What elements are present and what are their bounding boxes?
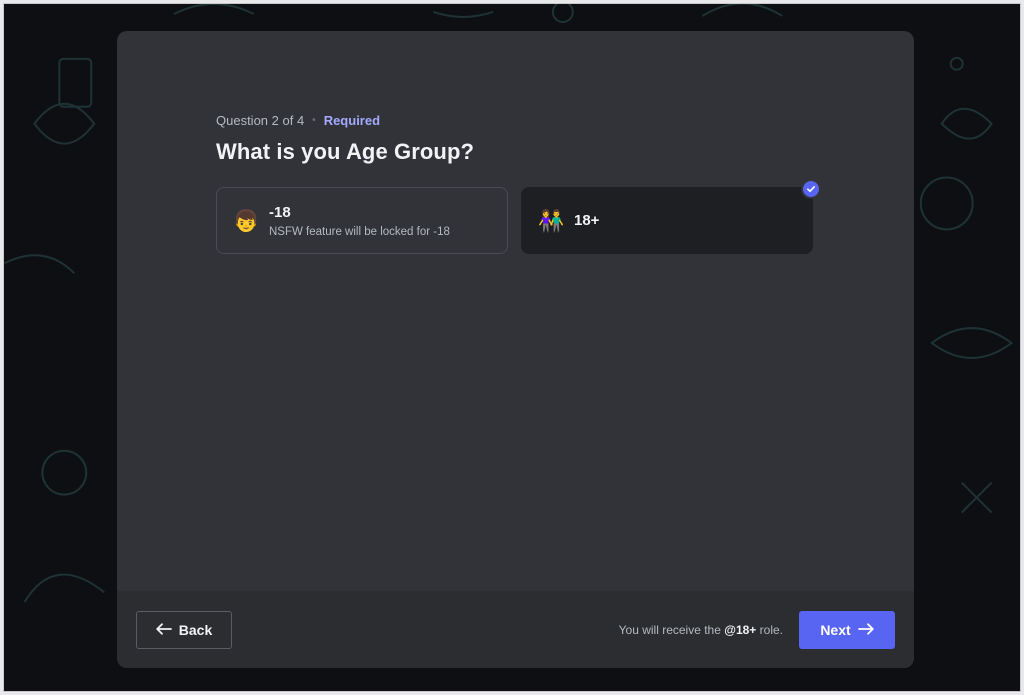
next-button[interactable]: Next (799, 611, 895, 649)
role-note: You will receive the @18+ role. (618, 623, 783, 637)
question-progress: Question 2 of 4 (216, 112, 305, 128)
role-name: @18+ (724, 623, 757, 637)
question-section: Question 2 of 4 • Required What is you A… (216, 111, 821, 254)
required-label: Required (323, 112, 381, 128)
option-description: NSFW feature will be locked for -18 (269, 225, 450, 238)
meta-separator: • (312, 114, 316, 126)
next-label: Next (820, 622, 851, 638)
back-label: Back (178, 622, 213, 638)
check-icon (801, 179, 821, 199)
question-meta: Question 2 of 4 • Required (216, 111, 816, 129)
couple-emoji-icon: 👫 (538, 208, 565, 233)
option-under-18[interactable]: 👦 -18 NSFW feature will be locked for -1… (216, 187, 508, 254)
arrow-right-icon (857, 622, 874, 638)
modal-footer: Back You will receive the @18+ role. Nex… (117, 591, 914, 668)
child-emoji-icon: 👦 (233, 208, 260, 233)
app-window: Question 2 of 4 • Required What is you A… (3, 3, 1021, 692)
question-title: What is you Age Group? (216, 139, 475, 164)
option-label: 18+ (574, 212, 600, 229)
back-button[interactable]: Back (136, 611, 232, 649)
onboarding-modal: Question 2 of 4 • Required What is you A… (117, 31, 914, 668)
arrow-left-icon (156, 622, 172, 638)
option-18-plus[interactable]: 👫 18+ (521, 179, 821, 254)
answer-options: 👦 -18 NSFW feature will be locked for -1… (216, 179, 821, 254)
option-label: -18 (269, 203, 291, 221)
